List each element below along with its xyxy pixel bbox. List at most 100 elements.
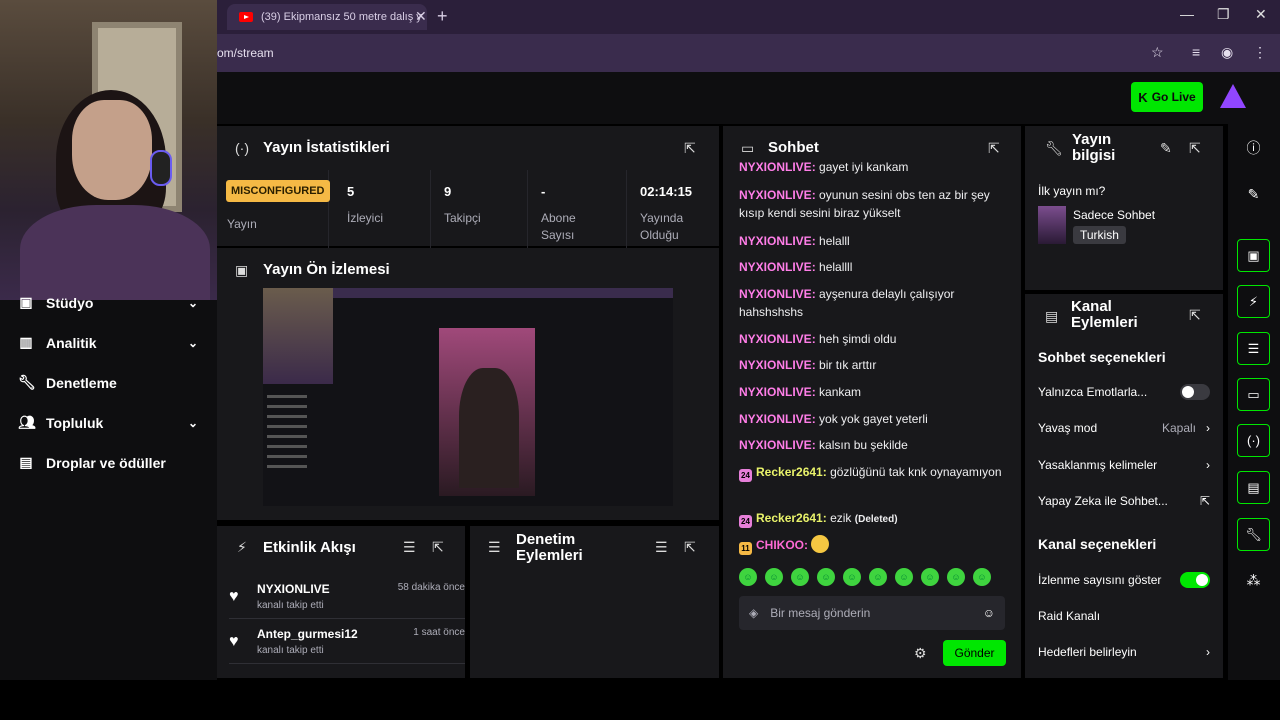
broadcast-icon[interactable]: (·): [1237, 424, 1270, 457]
sidebar-item-analytics[interactable]: ▥ Analitik ⌄: [18, 334, 198, 351]
sidebar-item-community[interactable]: 👥︎ Topluluk ⌄: [18, 414, 198, 431]
chat-username[interactable]: NYXIONLIVE: [739, 358, 812, 372]
emote-icon[interactable]: ☺: [817, 568, 835, 586]
emoji-picker-icon[interactable]: ☺: [983, 606, 995, 620]
lightning-icon[interactable]: ⚡︎: [1237, 285, 1270, 318]
info-icon[interactable]: ⓘ: [1237, 131, 1270, 164]
webcam-face: [72, 100, 152, 200]
profile-icon[interactable]: ◉: [1221, 44, 1233, 61]
chat-username[interactable]: NYXIONLIVE: [739, 412, 812, 426]
edit-icon[interactable]: ✎: [1160, 140, 1172, 157]
activity-user[interactable]: NYXIONLIVE: [257, 582, 330, 596]
chat-username[interactable]: NYXIONLIVE: [739, 260, 812, 274]
chat-input-placeholder: Bir mesaj gönderin: [770, 606, 871, 620]
panel-title: Sohbet: [768, 139, 819, 156]
broadcast-icon: (·): [235, 140, 249, 156]
emote-only-row[interactable]: Yalnızca Emotlarla...: [1038, 384, 1210, 400]
show-viewers-row[interactable]: İzlenme sayısını göster: [1038, 572, 1210, 588]
emote-icon[interactable]: ☺: [869, 568, 887, 586]
go-live-button[interactable]: K Go Live: [1131, 82, 1203, 112]
shield-icon: ◈: [749, 606, 759, 620]
popout-icon[interactable]: ⇱: [1189, 307, 1201, 324]
chat-username[interactable]: NYXIONLIVE: [739, 234, 812, 248]
category-thumbnail[interactable]: [1038, 206, 1066, 244]
ai-chat-row[interactable]: Yapay Zeka ile Sohbet... ⇱: [1038, 494, 1210, 508]
bookmark-star-icon[interactable]: ☆: [1151, 44, 1164, 61]
url-text[interactable]: om/stream: [217, 46, 274, 60]
list-icon: ☰: [488, 539, 501, 555]
emote-icon[interactable]: ☺: [765, 568, 783, 586]
menu-dots-icon[interactable]: ⋮: [1253, 44, 1267, 61]
chat-username[interactable]: NYXIONLIVE: [739, 160, 812, 174]
emote-only-toggle[interactable]: [1180, 384, 1210, 400]
chat-username[interactable]: NYXIONLIVE: [739, 385, 812, 399]
emote-icon[interactable]: ☺: [973, 568, 991, 586]
chat-username[interactable]: NYXIONLIVE: [739, 188, 812, 202]
activity-action: kanalı takip etti: [257, 600, 324, 611]
banned-words-row[interactable]: Yasaklanmış kelimeler ›: [1038, 458, 1210, 472]
chevron-right-icon: ›: [1206, 421, 1210, 435]
stat-label: İzleyici: [347, 211, 384, 225]
wrench-icon[interactable]: 🔧︎: [1237, 518, 1270, 551]
raid-row[interactable]: Raid Kanalı: [1038, 609, 1210, 623]
chat-username[interactable]: NYXIONLIVE: [739, 438, 812, 452]
raid-label: Raid Kanalı: [1038, 609, 1101, 623]
emote-icon[interactable]: ☺: [895, 568, 913, 586]
popout-icon[interactable]: ⇱: [432, 539, 444, 556]
colon: :: [811, 358, 820, 372]
address-bar[interactable]: om/stream ☆ ≡ ◉ ⋮: [217, 34, 1280, 72]
colon: :: [822, 511, 831, 525]
popout-icon[interactable]: ⇱: [988, 140, 1000, 157]
activity-user[interactable]: Antep_gurmesi12: [257, 627, 358, 641]
gear-icon[interactable]: ⚙: [914, 645, 927, 662]
slow-mode-row[interactable]: Yavaş mod Kapalı ›: [1038, 421, 1210, 435]
activity-time: 58 dakika önce: [397, 582, 465, 593]
chat-icon: ▭: [741, 140, 755, 156]
category-name[interactable]: Sadece Sohbet: [1073, 208, 1155, 222]
stream-preview-video[interactable]: [263, 288, 673, 506]
popout-icon[interactable]: ⇱: [684, 140, 696, 157]
emote-icon[interactable]: ☺: [947, 568, 965, 586]
chat-username[interactable]: Recker2641: [756, 465, 823, 479]
browser-tab[interactable]: (39) Ekipmansız 50 metre dalış y: [227, 4, 427, 30]
new-tab-icon[interactable]: +: [437, 6, 448, 27]
chevron-right-icon: ›: [1206, 645, 1210, 659]
filter-icon[interactable]: ☰: [655, 539, 668, 556]
panel-title: Yayın bilgisi: [1072, 131, 1116, 164]
chat-input[interactable]: ◈ Bir mesaj gönderin ☺: [739, 596, 1005, 630]
emote-icon[interactable]: ☺: [791, 568, 809, 586]
filter-icon[interactable]: ☰: [403, 539, 416, 556]
avatar[interactable]: [1220, 84, 1246, 108]
sidebar-item-drops[interactable]: ▤ Droplar ve ödüller: [18, 454, 198, 471]
sidebar-item-moderation[interactable]: 🔧︎ Denetleme: [18, 374, 198, 391]
close-tab-icon[interactable]: ✕: [415, 8, 427, 25]
youtube-icon: [239, 12, 253, 22]
minimize-icon[interactable]: —: [1180, 6, 1194, 22]
sidebar-item-studio[interactable]: ▣ Stüdyo ⌄: [18, 294, 198, 311]
popout-icon[interactable]: ⇱: [684, 539, 696, 556]
maximize-icon[interactable]: ❐: [1217, 6, 1230, 23]
emote-icon[interactable]: ☺: [843, 568, 861, 586]
emote-icon[interactable]: ☺: [739, 568, 757, 586]
stat-label: Abone Sayısı: [541, 211, 576, 242]
chat-username[interactable]: CHIKOO: [756, 538, 804, 552]
list-icon[interactable]: ☰: [1237, 332, 1270, 365]
edit-icon[interactable]: ✎: [1237, 178, 1270, 211]
activity-action: kanalı takip etti: [257, 645, 324, 656]
stat-label: Takipçi: [444, 211, 481, 225]
show-viewers-toggle[interactable]: [1180, 572, 1210, 588]
popout-icon[interactable]: ⇱: [1189, 140, 1201, 157]
emote-icon[interactable]: ☺: [921, 568, 939, 586]
goals-row[interactable]: Hedefleri belirleyin ›: [1038, 645, 1210, 659]
chat-icon[interactable]: ▭: [1237, 378, 1270, 411]
media-icon[interactable]: ≡: [1192, 44, 1200, 60]
channel-icon[interactable]: ▤: [1237, 471, 1270, 504]
chat-username[interactable]: NYXIONLIVE: [739, 287, 812, 301]
preview-toggle-icon[interactable]: ▣: [1237, 239, 1270, 272]
send-button[interactable]: Gönder: [943, 640, 1006, 666]
chat-username[interactable]: Recker2641: [756, 511, 823, 525]
close-window-icon[interactable]: ✕: [1255, 6, 1267, 23]
chat-message: NYXIONLIVE: kalsın bu şekilde: [739, 436, 1009, 454]
nodes-icon[interactable]: ⁂: [1237, 564, 1270, 597]
chat-username[interactable]: NYXIONLIVE: [739, 332, 812, 346]
